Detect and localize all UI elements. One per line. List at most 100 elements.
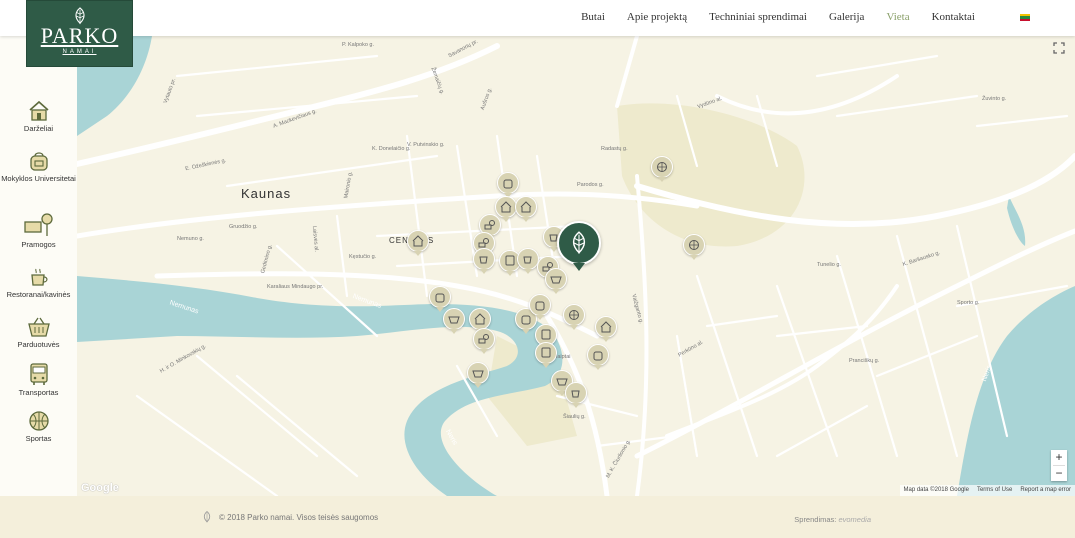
ball-icon <box>569 310 579 320</box>
logo-sub: NAMAI <box>62 49 97 55</box>
header: Butai Apie projektą Techniniai sprendima… <box>0 0 1075 36</box>
nav-kontaktai[interactable]: Kontaktai <box>932 11 975 23</box>
map-marker-shop[interactable] <box>545 268 567 294</box>
credit: Sprendimas: evomedia <box>794 515 871 524</box>
map-marker-school[interactable] <box>497 172 519 198</box>
map-marker-bus[interactable] <box>535 342 557 368</box>
street-label: Pranciškų g. <box>849 358 880 364</box>
credit-label: Sprendimas: <box>794 515 837 524</box>
nav-butai[interactable]: Butai <box>581 11 605 23</box>
parko-namai-location-marker[interactable] <box>557 221 601 271</box>
school-bag-icon <box>535 301 545 311</box>
nav-galerija[interactable]: Galerija <box>829 11 864 23</box>
copyright: © 2018 Parko namai. Visos teisės saugomo… <box>201 511 378 523</box>
map-marker-restaurant[interactable] <box>517 248 539 274</box>
category-label: Mokyklos Universitetai <box>1 174 76 183</box>
coffee-cup-icon <box>479 256 488 264</box>
coffee-cup-icon <box>523 256 532 264</box>
nav-vieta[interactable]: Vieta <box>886 11 909 23</box>
category-pramogos[interactable]: Pramogos <box>0 212 77 249</box>
leaf-icon <box>572 231 586 254</box>
nav-apie-projekta[interactable]: Apie projektą <box>627 11 687 23</box>
category-sportas[interactable]: Sportas <box>0 410 77 443</box>
map-attribution: Map data ©2018 Google Terms of Use Repor… <box>899 485 1075 496</box>
kindergarten-icon <box>474 313 486 325</box>
entertainment-icon <box>484 220 495 230</box>
category-label: Parduotuvės <box>17 340 60 349</box>
category-label: Transportas <box>18 388 59 397</box>
category-darzeliai[interactable]: Darželiai <box>0 100 77 133</box>
kindergarten-icon <box>28 100 49 121</box>
shopping-basket-icon <box>27 317 50 337</box>
zoom-out-button[interactable]: − <box>1051 466 1067 481</box>
shopping-basket-icon <box>472 370 484 378</box>
coffee-cup-icon <box>30 268 48 286</box>
school-bag-icon <box>29 152 48 171</box>
map-data-text: Map data ©2018 Google <box>903 487 969 493</box>
ball-icon <box>657 162 667 172</box>
street-label: Šiaulių g. <box>563 414 586 420</box>
shopping-basket-icon <box>448 316 460 324</box>
street-label: Kęstučio g. <box>349 254 377 260</box>
map-marker-entertainment[interactable] <box>473 328 495 354</box>
street-label: P. Kalpoko g. <box>342 42 375 48</box>
city-label: Kaunas <box>241 186 292 201</box>
kindergarten-icon <box>412 235 424 247</box>
school-bag-icon <box>435 293 445 303</box>
street-label: Radastų g. <box>601 146 628 152</box>
ball-icon <box>28 411 49 431</box>
kindergarten-icon <box>520 201 532 213</box>
category-restoranai[interactable]: Restoranai/kavinės <box>0 266 77 299</box>
map-marker-school[interactable] <box>529 294 551 320</box>
street-label: Parodos g. <box>577 182 604 188</box>
map-marker-sport[interactable] <box>683 234 705 260</box>
map-marker-sport[interactable] <box>651 156 673 182</box>
fullscreen-icon[interactable] <box>1053 42 1065 54</box>
street-label: V. Putvinskio g. <box>407 142 445 148</box>
category-label: Sportas <box>25 434 52 443</box>
copyright-text: © 2018 Parko namai. Visos teisės saugomo… <box>219 512 379 522</box>
ball-icon <box>689 240 699 250</box>
category-sidebar: Darželiai Mokyklos Universitetai Pramogo… <box>0 36 77 496</box>
map-marker-restaurant[interactable] <box>473 248 495 274</box>
bus-icon <box>541 347 551 358</box>
map-marker-shop[interactable] <box>467 362 489 388</box>
bus-icon <box>505 255 515 266</box>
kindergarten-icon <box>500 201 512 213</box>
credit-brand-link[interactable]: evomedia <box>838 515 871 524</box>
category-parduotuves[interactable]: Parduotuvės <box>0 316 77 349</box>
street-label: K. Donelaičio g. <box>372 146 411 152</box>
category-label: Darželiai <box>23 124 54 133</box>
map-marker-kindergarten[interactable] <box>515 196 537 222</box>
map-marker-shop[interactable] <box>443 308 465 334</box>
main-nav: Butai Apie projektą Techniniai sprendima… <box>559 11 1031 23</box>
map-marker-restaurant[interactable] <box>565 382 587 408</box>
zoom-control: + − <box>1051 450 1067 481</box>
logo[interactable]: PARKO NAMAI <box>26 0 133 67</box>
entertainment-icon <box>478 334 489 344</box>
zoom-in-button[interactable]: + <box>1051 450 1067 465</box>
footer: © 2018 Parko namai. Visos teisės saugomo… <box>0 496 1075 538</box>
map-marker-school[interactable] <box>587 344 609 370</box>
map[interactable]: Kaunas CENTRAS Nemunas Nemunas Neris Ner… <box>77 36 1075 496</box>
google-logo: Google <box>81 482 119 494</box>
category-label: Pramogos <box>21 240 56 249</box>
report-error-link[interactable]: Report a map error <box>1020 487 1071 494</box>
street-label: Žuvinto g. <box>982 96 1007 102</box>
category-transportas[interactable]: Transportas <box>0 362 77 397</box>
language-flag-icon[interactable] <box>1020 14 1030 21</box>
leaf-icon <box>203 511 211 523</box>
street-label: Nemuno g. <box>177 236 204 242</box>
nav-techniniai-sprendimai[interactable]: Techniniai sprendimai <box>709 11 807 23</box>
category-label: Restoranai/kavinės <box>6 290 71 299</box>
map-marker-sport[interactable] <box>563 304 585 330</box>
map-marker-kindergarten[interactable] <box>407 230 429 256</box>
terms-link[interactable]: Terms of Use <box>977 487 1012 494</box>
shopping-basket-icon <box>550 276 562 284</box>
bus-icon <box>29 363 48 385</box>
street-label: Tunelio g. <box>817 262 841 268</box>
school-bag-icon <box>503 179 513 189</box>
category-mokyklos[interactable]: Mokyklos Universitetai <box>0 150 77 183</box>
map-marker-kindergarten[interactable] <box>595 316 617 342</box>
kindergarten-icon <box>600 321 612 333</box>
